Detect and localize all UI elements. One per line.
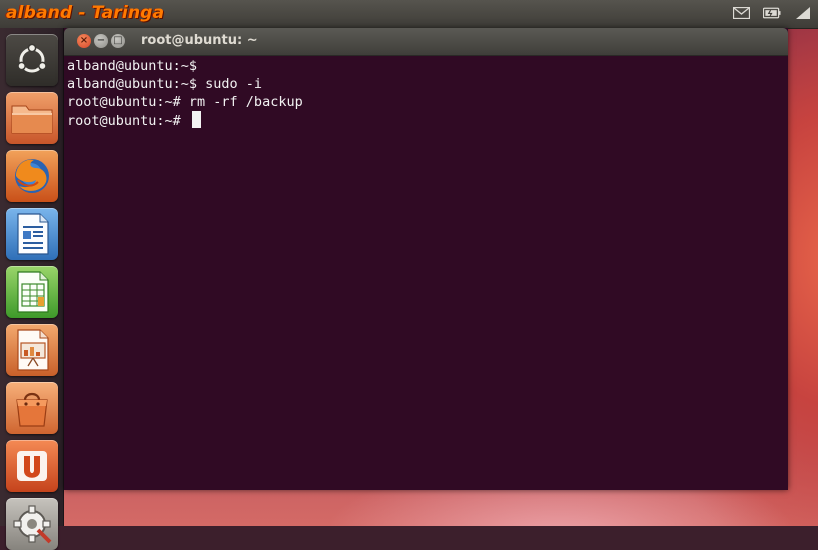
- firefox-icon: [15, 159, 49, 193]
- terminal-prompt-line: root@ubuntu:~#: [67, 111, 785, 129]
- libreoffice-calc-icon: [17, 271, 49, 313]
- ubuntu-one-launcher[interactable]: [6, 440, 58, 492]
- terminal-prompt: root@ubuntu:~#: [67, 113, 189, 129]
- close-button[interactable]: ×: [77, 34, 91, 48]
- mail-icon[interactable]: [732, 6, 750, 20]
- network-icon[interactable]: [794, 6, 812, 20]
- impress-launcher[interactable]: [6, 324, 58, 376]
- dash-button[interactable]: [6, 34, 58, 86]
- folder-icon: [11, 105, 53, 134]
- terminal-line: alband@ubuntu:~$: [67, 58, 198, 74]
- text-cursor: [191, 111, 201, 128]
- window-title: root@ubuntu: ~: [141, 33, 258, 48]
- system-settings-launcher[interactable]: [6, 498, 58, 550]
- ubuntu-logo-icon: [17, 43, 47, 73]
- software-center-launcher[interactable]: [6, 382, 58, 434]
- launcher: [0, 28, 64, 550]
- watermark-brand: alband - Taringa: [6, 3, 165, 23]
- firefox-launcher[interactable]: [6, 150, 58, 202]
- maximize-button[interactable]: □: [111, 34, 125, 48]
- minimize-button[interactable]: −: [94, 34, 108, 48]
- calc-launcher[interactable]: [6, 266, 58, 318]
- terminal-window: × − □ root@ubuntu: ~ alband@ubuntu:~$ al…: [64, 28, 788, 490]
- terminal-output[interactable]: alband@ubuntu:~$ alband@ubuntu:~$ sudo -…: [67, 57, 785, 487]
- shopping-bag-icon: [16, 392, 48, 427]
- battery-icon[interactable]: [763, 6, 781, 20]
- files-launcher[interactable]: [6, 92, 58, 144]
- indicator-area: [732, 6, 812, 20]
- terminal-line: alband@ubuntu:~$ sudo -i: [67, 76, 263, 92]
- writer-launcher[interactable]: [6, 208, 58, 260]
- terminal-line: root@ubuntu:~# rm -rf /backup: [67, 94, 303, 110]
- ubuntu-one-icon: [17, 451, 47, 481]
- top-panel: alband - Taringa: [0, 0, 818, 29]
- window-titlebar[interactable]: × − □ root@ubuntu: ~: [64, 28, 788, 56]
- gear-icon: [13, 505, 52, 544]
- libreoffice-impress-icon: [17, 329, 49, 371]
- libreoffice-writer-icon: [17, 213, 49, 255]
